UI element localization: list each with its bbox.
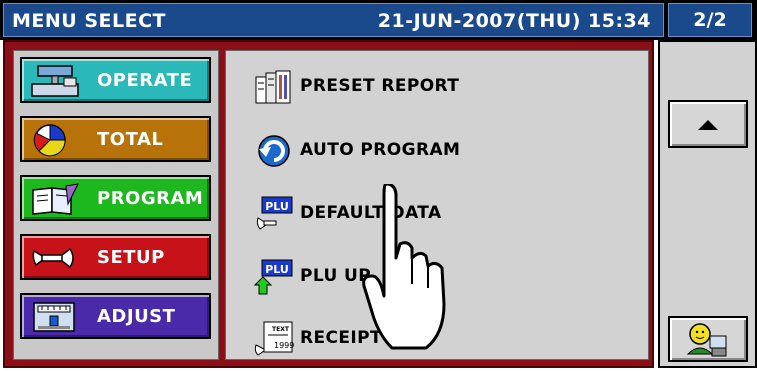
- receipt-icon: TEXT 1999: [254, 321, 294, 356]
- scale-icon: [31, 65, 79, 97]
- category-label: TOTAL: [97, 129, 164, 150]
- book-icon: [32, 183, 79, 215]
- scroll-up-button[interactable]: [668, 100, 748, 148]
- title-bar: MENU SELECT 21-JUN-2007(THU) 15:34 2/2: [0, 0, 757, 40]
- refresh-icon: [258, 135, 290, 167]
- category-operate-button[interactable]: OPERATE: [20, 57, 211, 103]
- menu-item-label: PLU UP: [300, 266, 372, 286]
- page-indicator: 2/2: [668, 3, 752, 37]
- hand-pointer-icon: [362, 184, 446, 350]
- category-total-button[interactable]: TOTAL: [20, 116, 211, 162]
- category-label: SETUP: [97, 247, 165, 268]
- category-panel: OPERATE TOTAL PROGRAM SETUP ADJUST: [13, 50, 219, 360]
- menu-select-screen: MENU SELECT 21-JUN-2007(THU) 15:34 2/2 O…: [0, 0, 757, 371]
- menu-frame: OPERATE TOTAL PROGRAM SETUP ADJUST PRESE…: [3, 40, 654, 368]
- page-title: MENU SELECT: [12, 10, 166, 32]
- category-program-button[interactable]: PROGRAM: [20, 175, 211, 221]
- category-label: ADJUST: [97, 306, 176, 327]
- report-icon: [255, 70, 291, 104]
- receipt-badge-bottom: 1999: [274, 341, 294, 350]
- plu-badge-text: PLU: [265, 200, 289, 213]
- menu-item-preset-report[interactable]: PRESET REPORT: [254, 67, 634, 107]
- pie-chart-icon: [33, 124, 66, 157]
- side-column: [658, 40, 757, 368]
- category-setup-button[interactable]: SETUP: [20, 234, 211, 280]
- menu-item-label: PRESET REPORT: [300, 76, 460, 96]
- datetime-display: 21-JUN-2007(THU) 15:34: [377, 10, 651, 32]
- plu-default-icon: PLU: [256, 196, 293, 230]
- user-icon: [686, 323, 727, 357]
- arrow-up-icon: [698, 120, 718, 130]
- menu-item-auto-program[interactable]: AUTO PROGRAM: [254, 131, 634, 171]
- plu-upload-icon: PLU: [254, 259, 293, 295]
- title-area: MENU SELECT 21-JUN-2007(THU) 15:34: [3, 3, 664, 37]
- wrench-icon: [32, 247, 74, 269]
- menu-item-label: AUTO PROGRAM: [300, 140, 461, 160]
- plu-badge-text: PLU: [265, 263, 289, 276]
- receipt-badge-top: TEXT: [272, 326, 290, 333]
- calibration-icon: [33, 302, 75, 332]
- category-adjust-button[interactable]: ADJUST: [20, 293, 211, 339]
- user-button[interactable]: [668, 316, 748, 362]
- category-label: OPERATE: [97, 70, 193, 91]
- category-label: PROGRAM: [97, 188, 204, 209]
